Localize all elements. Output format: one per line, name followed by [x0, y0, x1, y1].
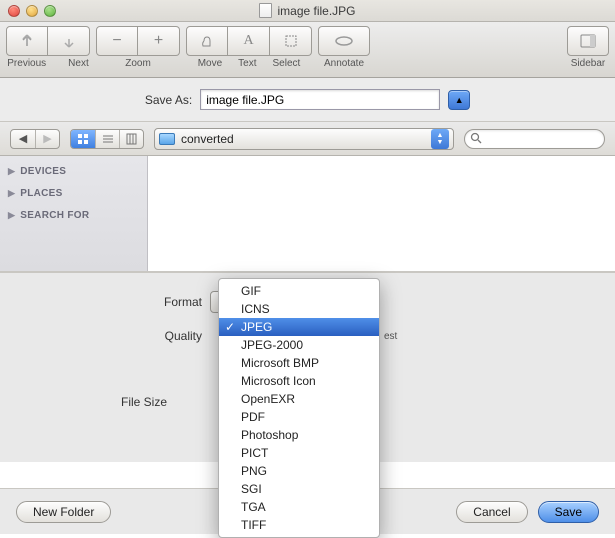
file-browser: ▶ DEVICES ▶ PLACES ▶ SEARCH FOR [0, 156, 615, 272]
browser-toolbar: ◀ ▶ converted ▲▼ [0, 122, 615, 156]
zoom-label: Zoom [125, 58, 151, 69]
view-segment [70, 129, 144, 149]
back-button[interactable]: ◀ [11, 130, 35, 148]
format-option-label: Microsoft Icon [241, 374, 316, 388]
format-option-label: ICNS [241, 302, 270, 316]
save-as-label: Save As: [145, 93, 192, 107]
format-option[interactable]: Microsoft Icon [219, 372, 379, 390]
move-button[interactable] [186, 26, 228, 56]
icon-view-button[interactable] [71, 130, 95, 148]
save-button[interactable]: Save [538, 501, 599, 523]
window-title: image file.JPG [0, 3, 615, 18]
text-button[interactable]: A [228, 26, 270, 56]
sidebar-item-places[interactable]: ▶ PLACES [0, 182, 147, 204]
format-option[interactable]: PNG [219, 462, 379, 480]
format-option-label: GIF [241, 284, 261, 298]
disclosure-icon: ▶ [8, 166, 15, 177]
sidebar-label: Sidebar [571, 58, 605, 69]
check-icon: ✓ [225, 320, 235, 334]
previous-button[interactable] [6, 26, 48, 56]
format-option[interactable]: PICT [219, 444, 379, 462]
filesize-label: File Size [0, 395, 175, 409]
select-button[interactable] [270, 26, 312, 56]
annotate-button[interactable] [318, 26, 370, 56]
format-option[interactable]: TGA [219, 498, 379, 516]
save-as-row: Save As: ▲ [0, 78, 615, 122]
format-option[interactable]: PDF [219, 408, 379, 426]
next-label: Next [68, 58, 89, 69]
column-view-button[interactable] [119, 130, 143, 148]
sidebar: ▶ DEVICES ▶ PLACES ▶ SEARCH FOR [0, 156, 148, 271]
format-option[interactable]: Microsoft BMP [219, 354, 379, 372]
next-button[interactable] [48, 26, 90, 56]
folder-name: converted [181, 132, 431, 146]
format-option-label: Photoshop [241, 428, 298, 442]
chevron-up-icon: ▲ [455, 95, 464, 105]
format-option[interactable]: Photoshop [219, 426, 379, 444]
save-as-input[interactable] [200, 89, 440, 110]
format-option-label: PDF [241, 410, 265, 424]
format-option[interactable]: ICNS [219, 300, 379, 318]
sidebar-item-devices[interactable]: ▶ DEVICES [0, 160, 147, 182]
sidebar-item-label: PLACES [20, 188, 62, 199]
format-label: Format [0, 295, 210, 309]
sidebar-button[interactable] [567, 26, 609, 56]
file-list[interactable] [148, 156, 615, 271]
sidebar-item-label: SEARCH FOR [20, 210, 89, 221]
folder-select[interactable]: converted ▲▼ [154, 128, 454, 150]
document-icon [259, 3, 272, 18]
disclosure-icon: ▶ [8, 188, 15, 199]
text-label: Text [238, 58, 256, 69]
format-option-label: JPEG-2000 [241, 338, 303, 352]
quality-best-label: est [384, 331, 397, 342]
list-view-button[interactable] [95, 130, 119, 148]
format-option-label: OpenEXR [241, 392, 295, 406]
zoom-out-button[interactable]: − [96, 26, 138, 56]
format-option[interactable]: GIF [219, 282, 379, 300]
expand-button[interactable]: ▲ [448, 90, 470, 110]
format-option[interactable]: ✓ JPEG [219, 318, 379, 336]
zoom-in-button[interactable]: + [138, 26, 180, 56]
cancel-button[interactable]: Cancel [456, 501, 527, 523]
format-option-label: Microsoft BMP [241, 356, 319, 370]
folder-icon [159, 133, 175, 145]
format-option-label: JPEG [241, 320, 272, 334]
main-toolbar: Previous Next − + Zoom A Move Text Selec… [0, 22, 615, 78]
format-option[interactable]: JPEG-2000 [219, 336, 379, 354]
format-option-label: PICT [241, 446, 268, 460]
format-option[interactable]: SGI [219, 480, 379, 498]
updown-icon: ▲▼ [431, 129, 449, 149]
format-option[interactable]: TIFF [219, 516, 379, 534]
disclosure-icon: ▶ [8, 210, 15, 221]
format-option-label: PNG [241, 464, 267, 478]
forward-button[interactable]: ▶ [35, 130, 59, 148]
format-option-label: SGI [241, 482, 262, 496]
new-folder-button[interactable]: New Folder [16, 501, 111, 523]
sidebar-item-label: DEVICES [20, 166, 66, 177]
annotate-label: Annotate [324, 58, 364, 69]
quality-label: Quality [0, 329, 210, 343]
format-option-label: TGA [241, 500, 266, 514]
move-label: Move [198, 58, 222, 69]
search-input[interactable] [464, 129, 605, 149]
window-titlebar: image file.JPG [0, 0, 615, 22]
search-icon [470, 132, 482, 144]
format-option[interactable]: OpenEXR [219, 390, 379, 408]
nav-segment: ◀ ▶ [10, 129, 60, 149]
previous-label: Previous [7, 58, 46, 69]
format-option-label: TIFF [241, 518, 266, 532]
sidebar-item-searchfor[interactable]: ▶ SEARCH FOR [0, 204, 147, 226]
window-title-text: image file.JPG [277, 4, 355, 18]
format-dropdown: GIF ICNS ✓ JPEG JPEG-2000 Microsoft BMP Micros… [218, 278, 380, 538]
select-label: Select [273, 58, 301, 69]
